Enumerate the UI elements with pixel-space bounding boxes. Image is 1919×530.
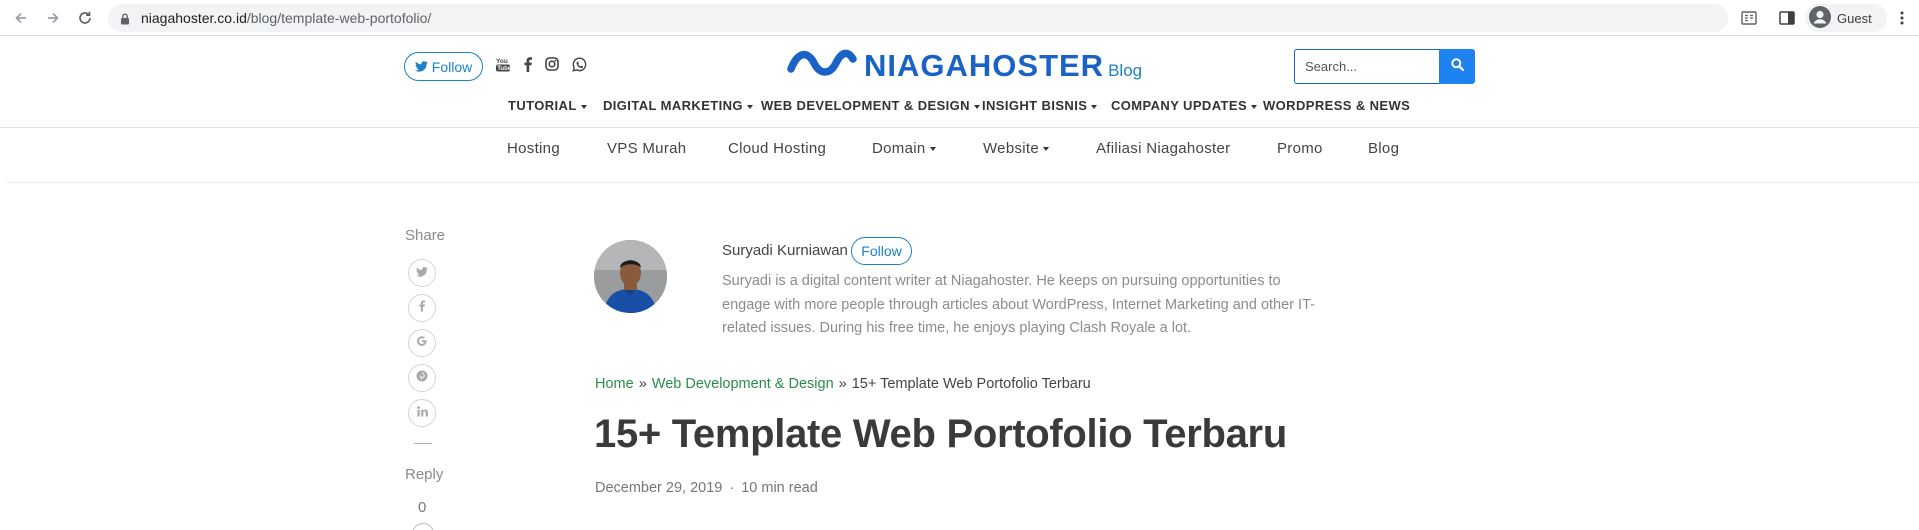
- main-nav: Hosting VPS Murah Cloud Hosting Domain W…: [0, 140, 1919, 160]
- article-date: December 29, 2019: [595, 480, 723, 496]
- profile-avatar-icon: [1809, 5, 1831, 31]
- profile-label: Guest: [1837, 10, 1872, 26]
- linkedin-icon: [416, 404, 428, 422]
- article-title: 15+ Template Web Portofolio Terbaru: [594, 412, 1287, 456]
- reply-button[interactable]: [412, 523, 434, 530]
- niagahoster-logo[interactable]: NIAGAHOSTER Blog: [786, 46, 1142, 84]
- caret-down-icon: [1043, 147, 1050, 152]
- logo-wave-icon: [786, 47, 858, 84]
- author-follow-button[interactable]: Follow: [851, 237, 912, 265]
- caret-down-icon: [580, 104, 587, 109]
- nav-domain[interactable]: Domain: [872, 140, 936, 157]
- share-facebook-button[interactable]: [408, 294, 436, 322]
- side-panel-icon[interactable]: [1776, 7, 1798, 29]
- breadcrumb: Home» Web Development & Design» 15+ Templa…: [595, 376, 1091, 392]
- nav-cloud-hosting[interactable]: Cloud Hosting: [728, 140, 826, 157]
- nav-afiliasi-niagahoster[interactable]: Afiliasi Niagahoster: [1096, 140, 1230, 157]
- author-bio-line: engage with more people through articles…: [722, 296, 1315, 313]
- back-icon[interactable]: [10, 7, 32, 29]
- breadcrumb-separator: »: [638, 376, 647, 392]
- header-divider: [0, 127, 1919, 128]
- caret-down-icon: [1251, 104, 1258, 109]
- author-avatar: [594, 240, 667, 313]
- share-separator: [414, 443, 432, 444]
- category-insight-bisnis[interactable]: INSIGHT BISNIS: [982, 98, 1098, 113]
- caret-down-icon: [746, 104, 753, 109]
- caret-down-icon: [973, 104, 980, 109]
- twitter-icon: [414, 59, 428, 75]
- category-digital-marketing[interactable]: DIGITAL MARKETING: [603, 98, 753, 113]
- caret-down-icon: [929, 147, 936, 152]
- caret-down-icon: [1091, 104, 1098, 109]
- read-time: 10 min read: [741, 480, 818, 496]
- breadcrumb-home[interactable]: Home: [595, 376, 634, 392]
- browser-menu-icon[interactable]: [1891, 7, 1913, 29]
- reload-icon[interactable]: [74, 7, 96, 29]
- svg-text:Tube: Tube: [497, 66, 510, 72]
- svg-text:You: You: [496, 58, 508, 65]
- url-path: /blog/template-web-portofolio/: [246, 10, 432, 26]
- nav-hosting[interactable]: Hosting: [507, 140, 560, 157]
- logo-blog-suffix: Blog: [1108, 61, 1143, 80]
- search-input[interactable]: [1294, 49, 1439, 84]
- category-wordpress-news[interactable]: WORDPRESS & NEWS: [1263, 98, 1410, 113]
- nav-blog[interactable]: Blog: [1368, 140, 1399, 157]
- forward-icon[interactable]: [42, 7, 64, 29]
- twitter-follow-button[interactable]: Follow: [404, 52, 483, 81]
- twitter-follow-label: Follow: [431, 58, 473, 75]
- article-meta: December 29, 2019 · 10 min read: [595, 480, 818, 496]
- nav-website[interactable]: Website: [983, 140, 1050, 157]
- reply-label: Reply: [405, 466, 444, 483]
- facebook-icon[interactable]: [519, 55, 537, 73]
- instagram-icon[interactable]: [543, 55, 561, 73]
- profile-button[interactable]: Guest: [1805, 4, 1887, 32]
- share-pinterest-button[interactable]: [408, 364, 436, 392]
- category-nav: TUTORIAL DIGITAL MARKETING WEB DEVELOPME…: [0, 98, 1919, 116]
- reading-list-icon[interactable]: [1738, 7, 1760, 29]
- url-text[interactable]: niagahoster.co.id/blog/template-web-port…: [141, 10, 431, 26]
- youtube-icon[interactable]: You Tube: [494, 55, 512, 73]
- browser-toolbar: niagahoster.co.id/blog/template-web-port…: [0, 0, 1919, 36]
- breadcrumb-current: 15+ Template Web Portofolio Terbaru: [851, 376, 1091, 392]
- facebook-icon: [419, 299, 425, 317]
- category-web-development-design[interactable]: WEB DEVELOPMENT & DESIGN: [761, 98, 980, 113]
- meta-separator: ·: [729, 480, 735, 496]
- google-icon: [416, 334, 428, 352]
- author-bio-line: Suryadi is a digital content writer at N…: [722, 273, 1281, 289]
- author-bio: Suryadi is a digital content writer at N…: [722, 270, 1322, 341]
- share-twitter-button[interactable]: [408, 259, 436, 287]
- author-bio-line: related issues. During his free time, he…: [722, 320, 1192, 336]
- category-tutorial[interactable]: TUTORIAL: [508, 98, 587, 113]
- breadcrumb-separator: »: [838, 376, 847, 392]
- reply-count: 0: [418, 499, 427, 516]
- url-host: niagahoster.co.id: [141, 10, 247, 26]
- share-google-button[interactable]: [408, 329, 436, 357]
- whatsapp-icon[interactable]: [570, 55, 588, 73]
- twitter-icon: [416, 264, 428, 282]
- lock-icon[interactable]: [120, 12, 130, 30]
- category-company-updates[interactable]: COMPANY UPDATES: [1111, 98, 1258, 113]
- pinterest-icon: [416, 369, 428, 387]
- breadcrumb-category[interactable]: Web Development & Design: [652, 376, 834, 392]
- share-linkedin-button[interactable]: [408, 399, 436, 427]
- nav-divider: [6, 182, 1919, 183]
- search-icon: [1450, 57, 1464, 76]
- share-label: Share: [405, 227, 446, 244]
- nav-vps-murah[interactable]: VPS Murah: [607, 140, 686, 157]
- logo-text: NIAGAHOSTER: [864, 48, 1105, 83]
- author-name[interactable]: Suryadi Kurniawan: [722, 242, 848, 259]
- search-button[interactable]: [1439, 49, 1475, 84]
- nav-promo[interactable]: Promo: [1277, 140, 1323, 157]
